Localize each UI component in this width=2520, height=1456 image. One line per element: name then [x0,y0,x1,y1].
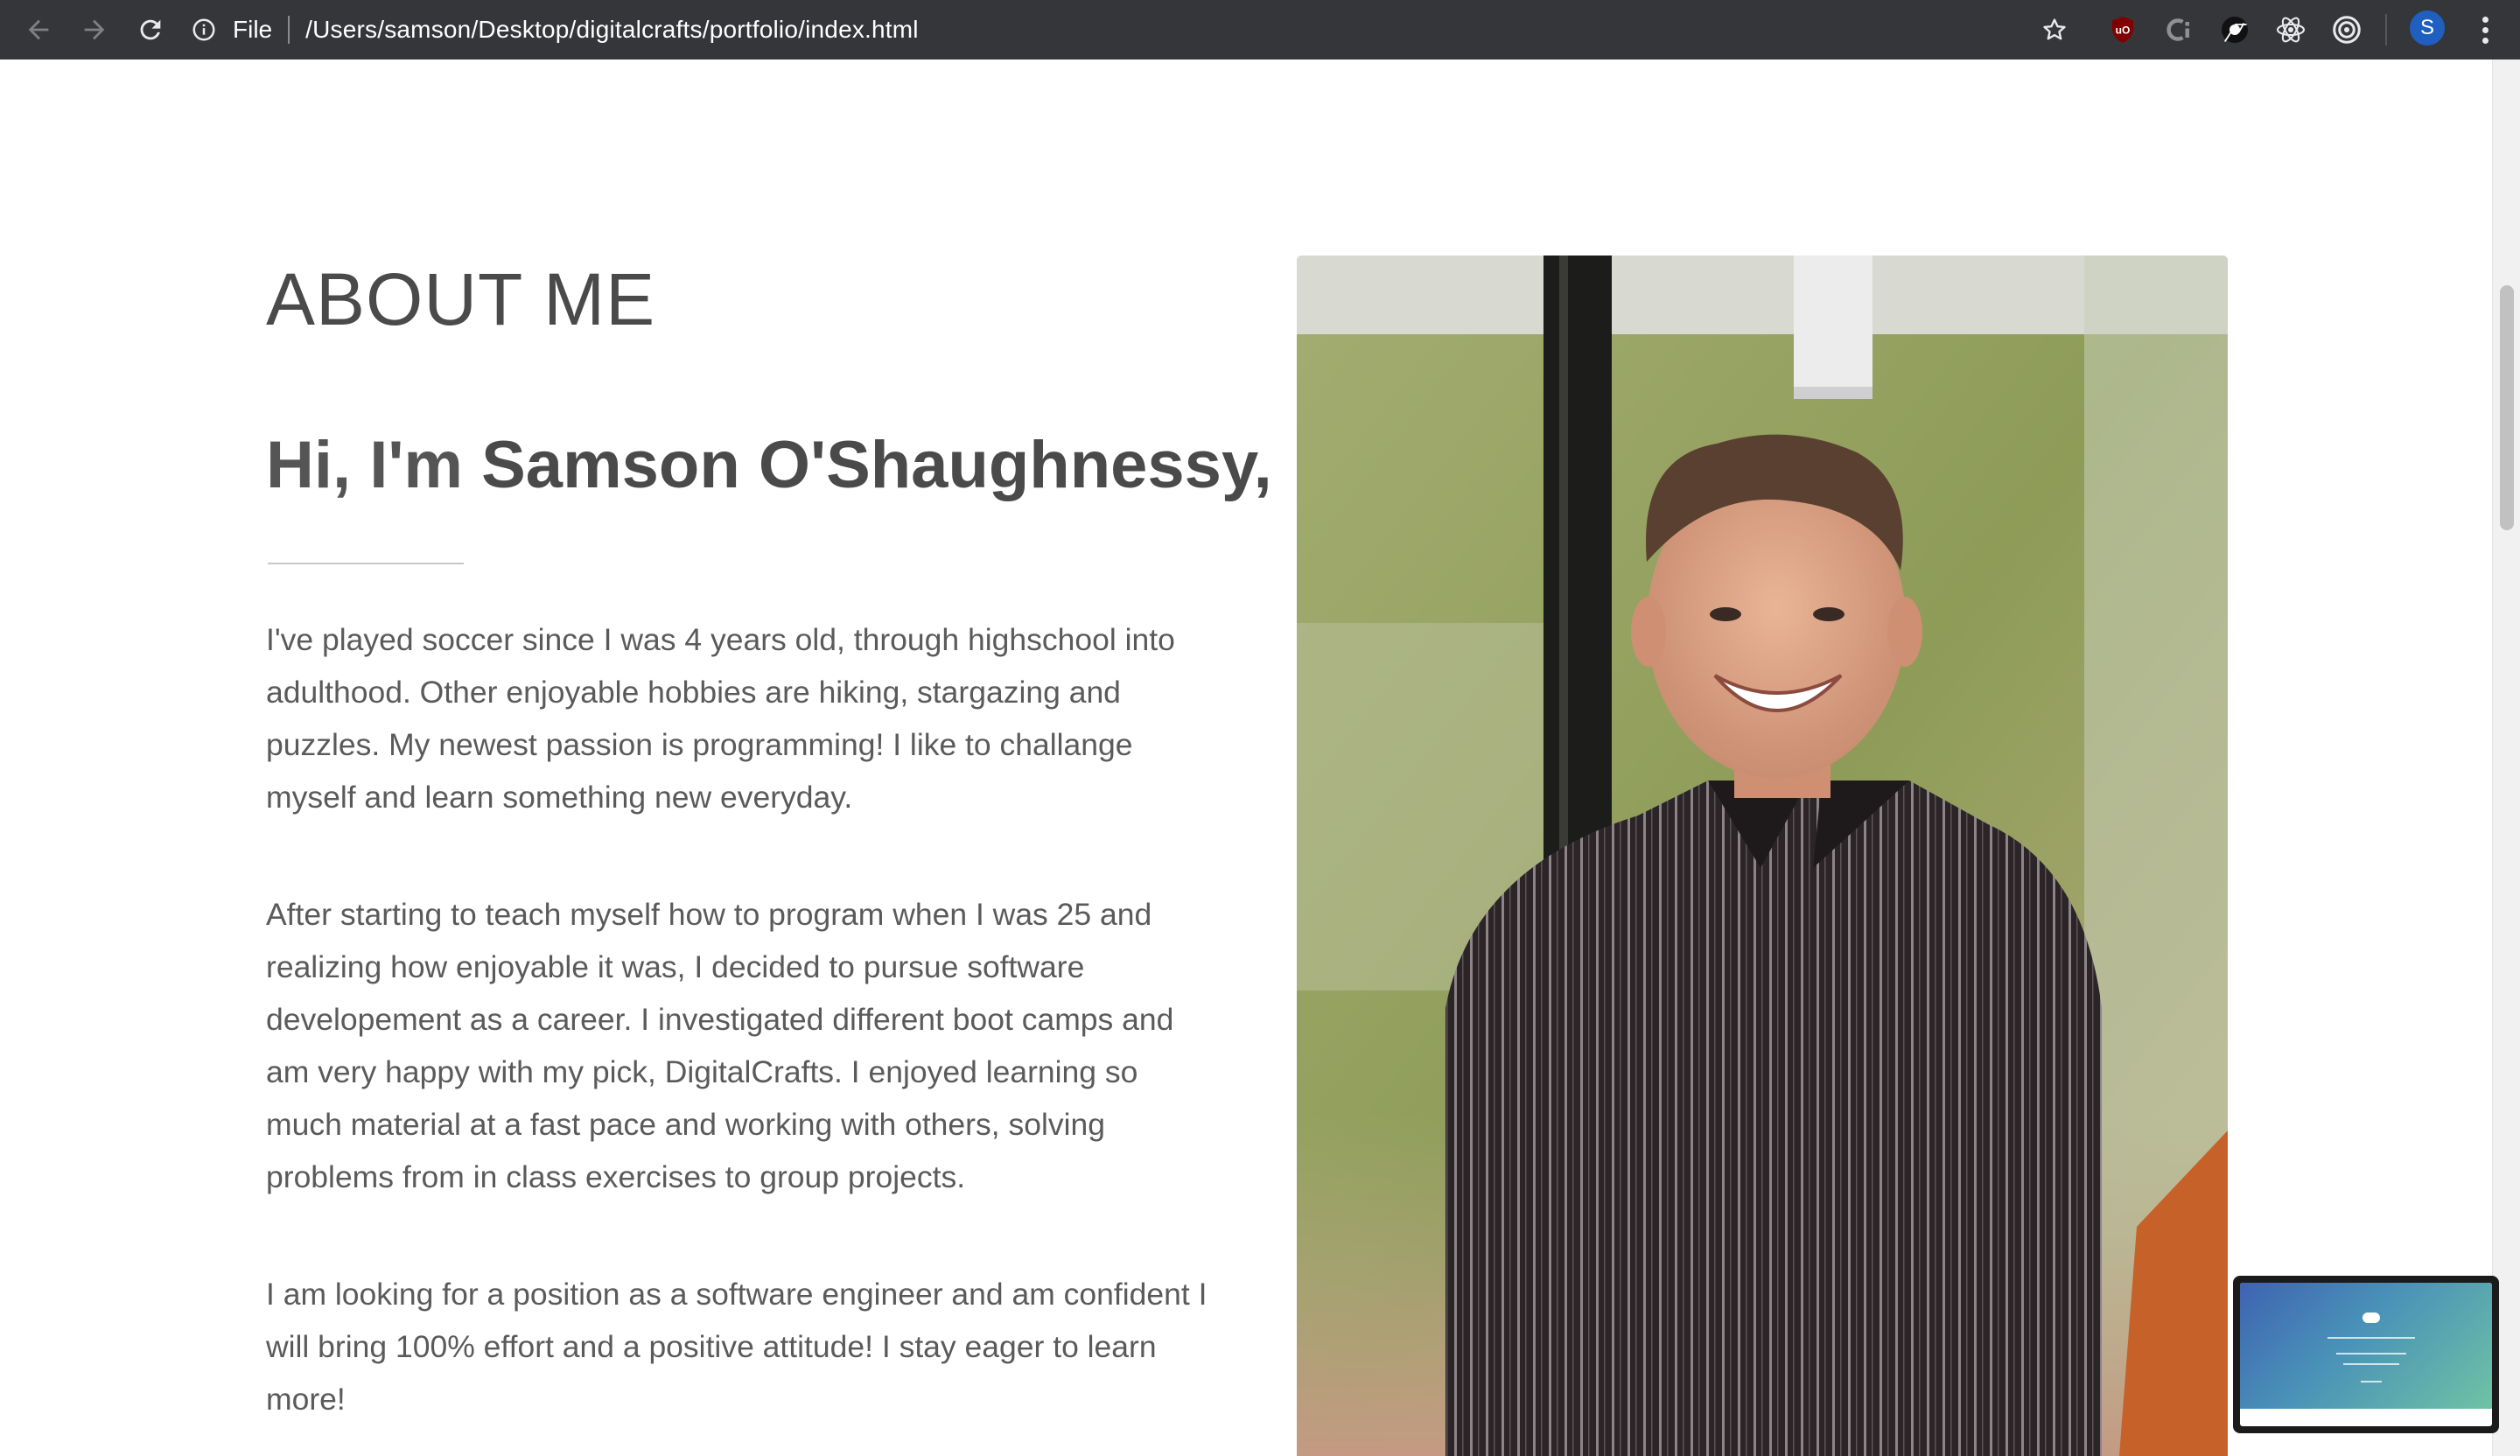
scheme-label: File [233,16,273,43]
back-button[interactable] [18,9,60,51]
portrait-illustration [1297,256,2228,1456]
react-devtools-icon [2276,17,2306,43]
menu-kebab-icon[interactable] [2468,9,2502,51]
bookmark-star-icon [2043,18,2066,40]
about-paragraph-3: I am looking for a position as a softwar… [266,1277,1208,1417]
back-arrow-icon [28,19,49,40]
thumbnail-subtitle-line [2343,1363,2399,1365]
scrollbar-thumb[interactable] [2500,285,2514,530]
browser-toolbar: File /Users/samson/Desktop/digitalcrafts… [0,0,2520,60]
chrome-extension[interactable] [2214,9,2256,51]
greeting-name: Samson O'Shaughnessy, [481,428,1272,502]
svg-text:uO: uO [2116,24,2131,37]
ublock-extension[interactable]: uO [2102,9,2144,51]
thumbnail-cloud-icon [2362,1312,2380,1323]
info-icon[interactable] [191,17,217,43]
toolbar-divider [2385,14,2387,46]
reload-icon [140,19,161,40]
about-heading: ABOUT ME [266,258,656,340]
thumbnail-screen [2240,1283,2492,1426]
forward-arrow-icon [84,19,105,40]
target-extension[interactable] [2326,9,2368,51]
address-bar[interactable]: File /Users/samson/Desktop/digitalcrafts… [191,2,2081,58]
ublock-icon: uO [2112,17,2133,43]
coda-extension[interactable] [2158,9,2200,51]
tab-preview-thumbnail[interactable] [2233,1276,2499,1433]
target-extension-icon [2333,16,2361,44]
chrome-extension-icon [2222,17,2248,43]
omnibox-separator [288,16,290,44]
coda-icon [2166,18,2189,41]
thumbnail-nav-line [2328,1337,2415,1339]
about-paragraph-2: After starting to teach myself how to pr… [266,897,1174,1194]
bookmark-star-button[interactable] [2035,10,2074,49]
greeting-prefix: Hi, I'm [266,428,482,502]
page-scrollbar[interactable] [2492,60,2520,1456]
profile-avatar[interactable]: S [2410,10,2445,46]
about-paragraph-1: I've played soccer since I was 4 years o… [266,622,1175,815]
thumbnail-gradient [2240,1283,2492,1409]
reload-button[interactable] [130,9,172,51]
thumbnail-button-line [2361,1381,2382,1382]
heading-underline [268,563,464,564]
thumbnail-title-line [2336,1353,2406,1354]
profile-photo [1297,256,2228,1456]
greeting: Hi, I'm Samson O'Shaughnessy, [266,432,1272,499]
forward-button[interactable] [74,9,116,51]
react-devtools-extension[interactable] [2270,9,2312,51]
url-text[interactable]: /Users/samson/Desktop/digitalcrafts/port… [305,16,919,44]
